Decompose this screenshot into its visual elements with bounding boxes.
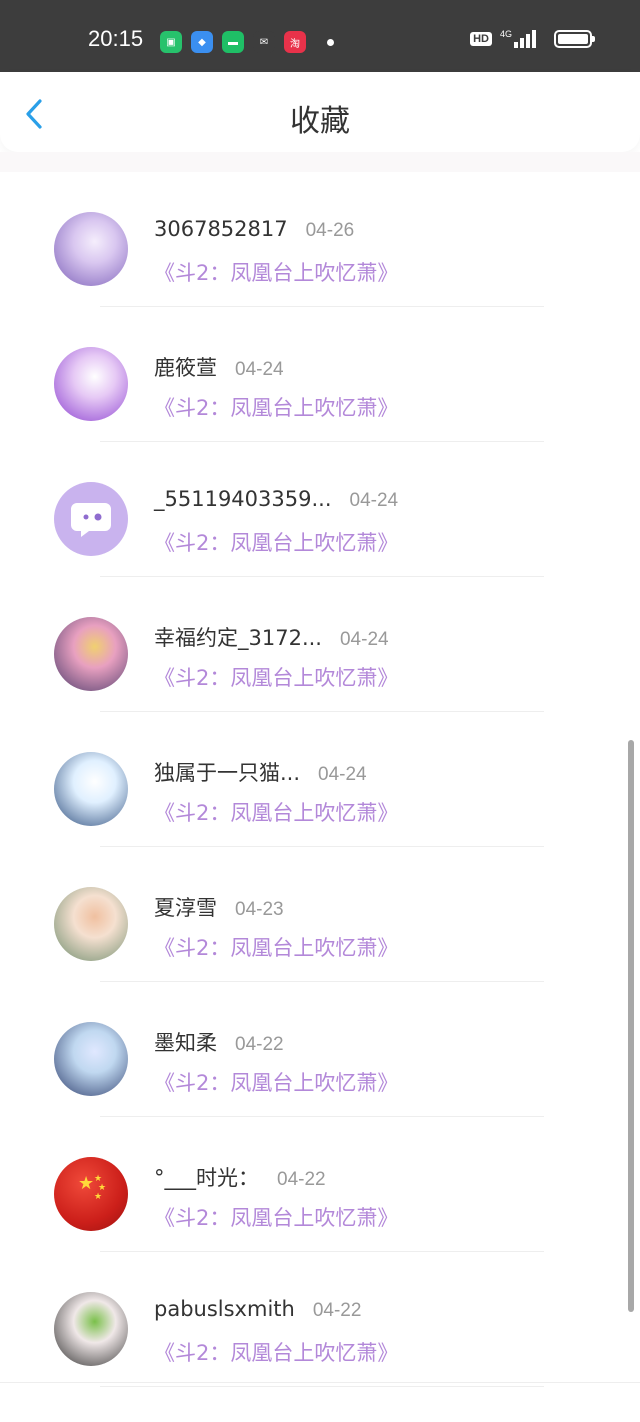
item-meta: 墨知柔 04-22 (154, 1027, 284, 1057)
item-meta: °___时光： 04-22 (154, 1162, 326, 1192)
item-date: 04-24 (349, 490, 399, 511)
book-title-link[interactable]: 《斗2：凤凰台上吹忆萧》 (154, 527, 398, 557)
header-spacer (0, 152, 640, 172)
book-title-link[interactable]: 《斗2：凤凰台上吹忆萧》 (154, 662, 398, 692)
item-meta: pabuslsxmith 04-22 (154, 1297, 361, 1322)
item-meta: 3067852817 04-26 (154, 217, 354, 242)
item-date: 04-26 (305, 220, 355, 241)
user-name[interactable]: 墨知柔 (154, 1027, 217, 1057)
list-item[interactable]: 幸福约定_3172... 04-24 《斗2：凤凰台上吹忆萧》 (0, 577, 640, 712)
item-meta: 幸福约定_3172... 04-24 (154, 622, 389, 652)
svg-text:★: ★ (78, 1173, 94, 1194)
user-name[interactable]: pabuslsxmith (154, 1297, 295, 1321)
divider (100, 1386, 544, 1387)
book-title-link[interactable]: 《斗2：凤凰台上吹忆萧》 (154, 1202, 398, 1232)
network-type: 4G (499, 29, 512, 39)
avatar[interactable] (54, 887, 128, 961)
book-title-link[interactable]: 《斗2：凤凰台上吹忆萧》 (154, 797, 398, 827)
user-name[interactable]: 幸福约定_3172... (154, 622, 322, 652)
signal-icon (514, 30, 536, 48)
avatar[interactable] (54, 1292, 128, 1366)
item-meta: 夏淳雪 04-23 (154, 892, 284, 922)
book-title-link[interactable]: 《斗2：凤凰台上吹忆萧》 (154, 1337, 398, 1367)
avatar[interactable] (54, 347, 128, 421)
user-name[interactable]: _55119403359... (154, 487, 332, 511)
book-title-link[interactable]: 《斗2：凤凰台上吹忆萧》 (154, 932, 398, 962)
more-notifications-dot (327, 38, 334, 46)
item-meta: 鹿筱萱 04-24 (154, 352, 284, 382)
shopping-app-icon: ▣ (160, 31, 182, 53)
item-date: 04-22 (235, 1034, 284, 1055)
browser-app-icon: ◆ (191, 31, 213, 53)
list-item[interactable]: 鹿筱萱 04-24 《斗2：凤凰台上吹忆萧》 (0, 307, 640, 442)
item-meta: _55119403359... 04-24 (154, 487, 398, 512)
list-item[interactable]: pabuslsxmith 04-22 《斗2：凤凰台上吹忆萧》 (0, 1252, 640, 1387)
chat-bubble-icon (71, 503, 111, 537)
scrollbar[interactable] (628, 740, 634, 1312)
notification-icons: ▣ ◆ ▬ ✉ 淘 (160, 31, 334, 53)
star-flag-icon: ★ ★★★ (78, 1173, 106, 1202)
avatar[interactable] (54, 212, 128, 286)
item-date: 04-22 (312, 1300, 362, 1321)
list-item[interactable]: 3067852817 04-26 《斗2：凤凰台上吹忆萧》 (0, 172, 640, 307)
user-name[interactable]: °___时光： (154, 1162, 259, 1192)
header-bar: 收藏 (0, 72, 640, 152)
list-item[interactable]: 夏淳雪 04-23 《斗2：凤凰台上吹忆萧》 (0, 847, 640, 982)
list-item[interactable]: ★ ★ ★ ★ °___时光： 04-22 《斗2：凤凰台上吹忆萧》 (0, 1117, 640, 1252)
avatar[interactable]: ★ ★ ★ ★ (54, 1157, 128, 1231)
avatar[interactable] (54, 617, 128, 691)
page-title: 收藏 (290, 104, 350, 139)
favorites-list: 3067852817 04-26 《斗2：凤凰台上吹忆萧》 鹿筱萱 04-24 《斗2：凤… (0, 172, 640, 1387)
item-meta: 独属于一只猫... 04-24 (154, 757, 367, 787)
taobao-app-icon: 淘 (284, 31, 306, 53)
book-title-link[interactable]: 《斗2：凤凰台上吹忆萧》 (154, 257, 398, 287)
list-item[interactable]: _55119403359... 04-24 《斗2：凤凰台上吹忆萧》 (0, 442, 640, 577)
user-name[interactable]: 鹿筱萱 (154, 352, 217, 382)
item-date: 04-22 (277, 1169, 326, 1190)
book-title-link[interactable]: 《斗2：凤凰台上吹忆萧》 (154, 392, 398, 422)
item-date: 04-24 (339, 629, 389, 650)
user-name[interactable]: 3067852817 (154, 217, 288, 241)
avatar[interactable] (54, 482, 128, 556)
item-date: 04-23 (235, 899, 284, 920)
user-name[interactable]: 独属于一只猫... (154, 757, 300, 787)
status-time: 20:15 (88, 26, 144, 51)
avatar[interactable] (54, 1022, 128, 1096)
item-date: 04-24 (235, 359, 284, 380)
list-bottom-divider (0, 1382, 640, 1383)
user-name[interactable]: 夏淳雪 (154, 892, 217, 922)
book-title-link[interactable]: 《斗2：凤凰台上吹忆萧》 (154, 1067, 398, 1097)
hd-badge: HD (470, 32, 492, 46)
status-bar: 20:15 ▣ ◆ ▬ ✉ 淘 HD 4G (0, 0, 640, 72)
item-date: 04-24 (318, 764, 367, 785)
wechat-app-icon: ✉ (253, 31, 275, 53)
list-item[interactable]: 独属于一只猫... 04-24 《斗2：凤凰台上吹忆萧》 (0, 712, 640, 847)
avatar[interactable] (54, 752, 128, 826)
svg-text:★: ★ (94, 1192, 102, 1202)
status-indicators: HD 4G (470, 29, 595, 48)
messages-app-icon: ▬ (222, 31, 244, 53)
list-item[interactable]: 墨知柔 04-22 《斗2：凤凰台上吹忆萧》 (0, 982, 640, 1117)
battery-icon (554, 30, 595, 48)
